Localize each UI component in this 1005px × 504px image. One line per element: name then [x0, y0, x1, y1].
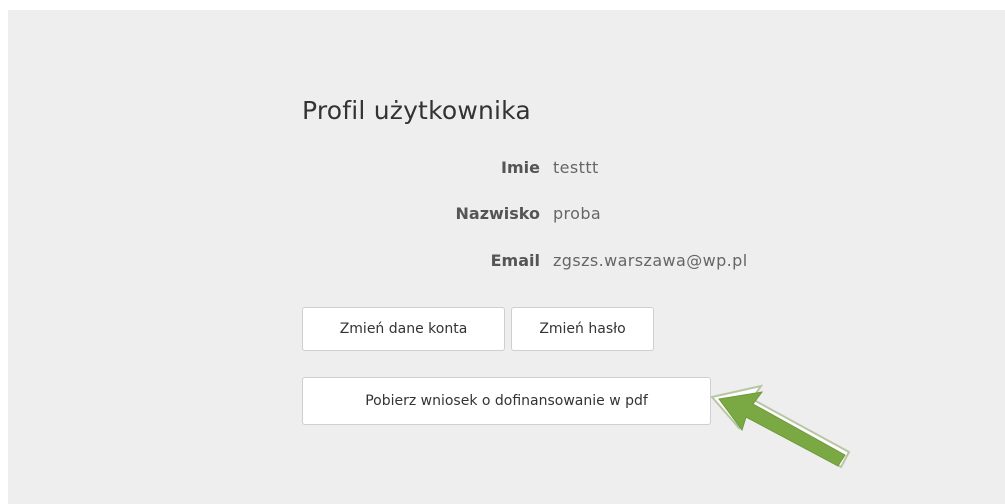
field-row-first-name: Imie testtt [302, 158, 822, 182]
field-row-email: Email zgszs.warszawa@wp.pl [302, 251, 822, 275]
last-name-label: Nazwisko [455, 204, 541, 223]
email-label: Email [490, 251, 540, 270]
change-password-button[interactable]: Zmień hasło [511, 307, 654, 351]
change-account-button[interactable]: Zmień dane konta [302, 307, 505, 351]
last-name-value: proba [553, 204, 602, 223]
first-name-value: testtt [553, 158, 599, 177]
field-row-last-name: Nazwisko proba [302, 204, 822, 228]
first-name-label: Imie [501, 158, 540, 177]
page-title: Profil użytkownika [302, 96, 531, 125]
download-pdf-button[interactable]: Pobierz wniosek o dofinansowanie w pdf [302, 377, 711, 425]
email-value: zgszs.warszawa@wp.pl [553, 251, 748, 270]
